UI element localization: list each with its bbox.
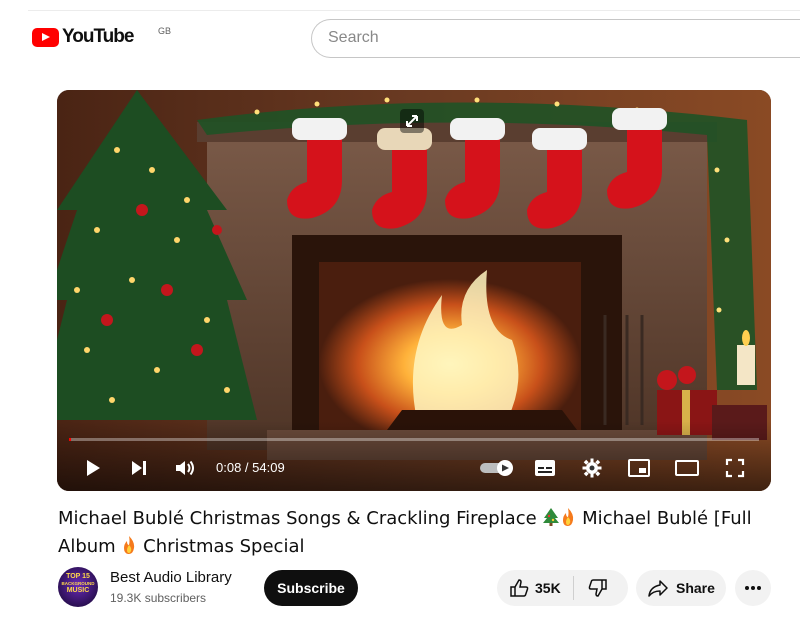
share-arrow-icon	[648, 580, 668, 597]
thumbs-down-icon	[588, 579, 607, 597]
like-count: 35K	[535, 580, 561, 596]
miniplayer-overlay-icon[interactable]	[398, 107, 426, 135]
more-actions-button[interactable]	[735, 570, 771, 606]
play-icon	[87, 460, 100, 476]
youtube-logo[interactable]: YouTube GB	[32, 26, 171, 48]
volume-icon	[176, 460, 194, 476]
miniplayer-icon	[628, 459, 650, 477]
autoplay-toggle[interactable]	[477, 454, 517, 482]
play-button[interactable]	[79, 454, 107, 482]
avatar-line-3: MUSIC	[66, 587, 90, 594]
fire-icon	[124, 536, 135, 554]
video-title-part3: Christmas Special	[143, 536, 305, 557]
avatar-line-1: TOP 15	[66, 573, 90, 580]
progress-bar-fill	[69, 438, 71, 441]
channel-avatar[interactable]: TOP 15 BACKGROUND MUSIC	[58, 567, 98, 607]
settings-button[interactable]	[578, 454, 606, 482]
video-title: Michael Bublé Christmas Songs & Cracklin…	[58, 505, 758, 561]
subscribe-button[interactable]: Subscribe	[264, 570, 358, 606]
dislike-button[interactable]	[574, 570, 622, 606]
share-label: Share	[676, 580, 715, 596]
subscriber-count: 19.3K subscribers	[110, 591, 207, 605]
gear-icon	[582, 458, 602, 478]
more-horizontal-icon	[745, 586, 761, 590]
volume-button[interactable]	[171, 454, 199, 482]
youtube-play-logo-icon	[32, 27, 59, 47]
share-button[interactable]: Share	[636, 570, 726, 606]
fullscreen-button[interactable]	[721, 454, 749, 482]
theater-mode-icon	[675, 460, 699, 476]
christmas-tree-icon	[543, 508, 560, 526]
next-button[interactable]	[125, 454, 153, 482]
thumbs-up-icon	[510, 579, 529, 597]
controls-gradient	[57, 421, 771, 491]
next-icon	[132, 461, 146, 475]
fullscreen-icon	[725, 458, 745, 478]
like-dislike-group: 35K	[497, 570, 628, 606]
time-display: 0:08 / 54:09	[216, 460, 285, 475]
autoplay-toggle-icon	[480, 460, 513, 476]
avatar-line-2: BACKGROUND	[61, 581, 95, 586]
logo-text: YouTube	[62, 26, 134, 47]
captions-button[interactable]	[531, 454, 559, 482]
country-code: GB	[158, 26, 172, 36]
progress-bar[interactable]	[69, 438, 759, 441]
fire-icon	[563, 508, 574, 526]
search-input[interactable]	[328, 29, 728, 47]
like-button[interactable]: 35K	[497, 570, 573, 606]
video-title-part1: Michael Bublé Christmas Songs & Cracklin…	[58, 508, 537, 529]
search-box[interactable]	[311, 19, 800, 58]
video-player[interactable]: 0:08 / 54:09	[57, 90, 771, 491]
avatar-text: TOP 15 BACKGROUND MUSIC	[58, 573, 98, 594]
miniplayer-button[interactable]	[625, 454, 653, 482]
top-divider	[28, 10, 800, 11]
theater-mode-button[interactable]	[673, 454, 701, 482]
captions-icon	[535, 460, 555, 476]
channel-name[interactable]: Best Audio Library	[110, 569, 232, 586]
